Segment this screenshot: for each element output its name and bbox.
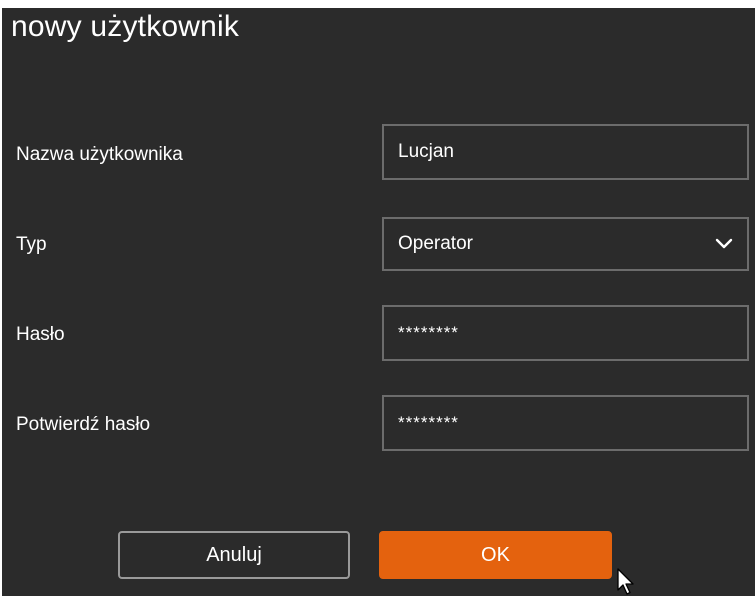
mouse-pointer-icon [617, 568, 634, 595]
confirm-password-input[interactable]: ******** [382, 395, 749, 451]
username-label: Nazwa użytkownika [16, 144, 183, 165]
type-value: Operator [398, 233, 473, 254]
cancel-button[interactable]: Anuluj [118, 531, 350, 579]
type-select[interactable]: Operator [382, 217, 749, 271]
confirm-password-value: ******** [398, 413, 459, 432]
new-user-dialog: nowy użytkownik Nazwa użytkownika Lucjan… [2, 8, 755, 596]
dialog-title: nowy użytkownik [11, 10, 240, 43]
confirm-password-label: Potwierdź hasło [16, 414, 151, 435]
chevron-down-icon[interactable] [711, 231, 737, 257]
ok-button[interactable]: OK [379, 531, 612, 579]
type-label: Typ [16, 234, 47, 255]
username-input[interactable]: Lucjan [382, 124, 749, 180]
username-value: Lucjan [398, 141, 454, 162]
password-input[interactable]: ******** [382, 305, 749, 361]
password-value: ******** [398, 323, 459, 342]
ok-button-label: OK [481, 543, 510, 566]
cancel-button-label: Anuluj [206, 543, 262, 566]
password-label: Hasło [16, 324, 65, 345]
